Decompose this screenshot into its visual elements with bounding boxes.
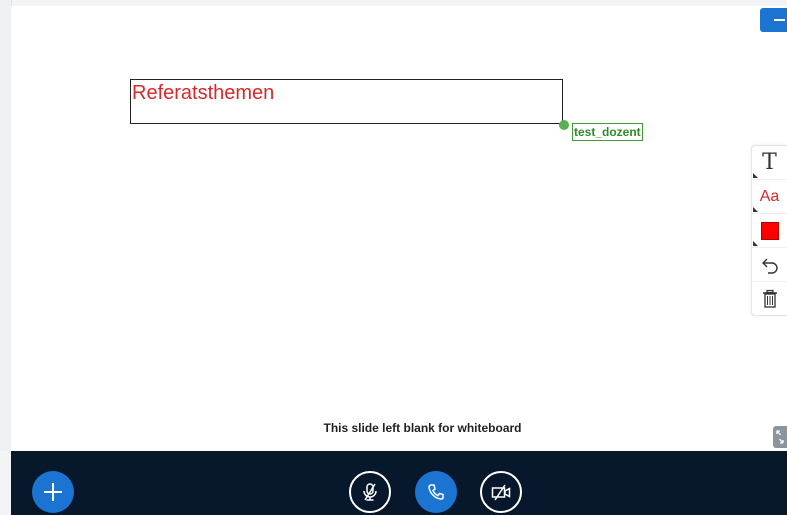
text-tool-icon: T [762, 149, 777, 175]
text-tool-button[interactable]: T [752, 146, 787, 180]
plus-icon [44, 483, 62, 501]
submenu-corner-icon [753, 207, 758, 212]
whiteboard-toolbar: T Aa [751, 145, 787, 316]
submenu-corner-icon [753, 241, 758, 246]
font-size-tool-button[interactable]: Aa [752, 180, 787, 214]
presenter-cursor-dot [559, 120, 569, 130]
minimize-presentation-button[interactable] [760, 8, 787, 32]
undo-icon [761, 258, 778, 274]
leave-audio-button[interactable] [415, 471, 457, 513]
color-tool-button[interactable] [752, 214, 787, 248]
whiteboard-text-box[interactable]: Referatsthemen [130, 79, 563, 124]
whiteboard-slide[interactable]: Referatsthemen test_dozent [11, 6, 787, 451]
text-box-content: Referatsthemen [132, 82, 275, 104]
trash-icon [762, 289, 777, 308]
camera-off-icon [491, 484, 511, 501]
microphone-muted-icon [363, 483, 377, 501]
submenu-corner-icon [753, 173, 758, 178]
blank-slide-message: This slide left blank for whiteboard [323, 421, 522, 435]
clear-annotations-button[interactable] [752, 282, 787, 315]
fullscreen-button[interactable] [773, 426, 787, 448]
actions-bar [11, 451, 787, 515]
share-webcam-button[interactable] [480, 471, 522, 513]
color-swatch-icon [760, 221, 779, 240]
actions-add-button[interactable] [32, 471, 74, 513]
unmute-microphone-button[interactable] [349, 471, 391, 513]
fullscreen-icon [776, 430, 784, 444]
presenter-cursor-label: test_dozent [572, 123, 643, 141]
phone-icon [428, 484, 444, 500]
font-size-icon: Aa [759, 187, 780, 205]
undo-button[interactable] [752, 248, 787, 282]
